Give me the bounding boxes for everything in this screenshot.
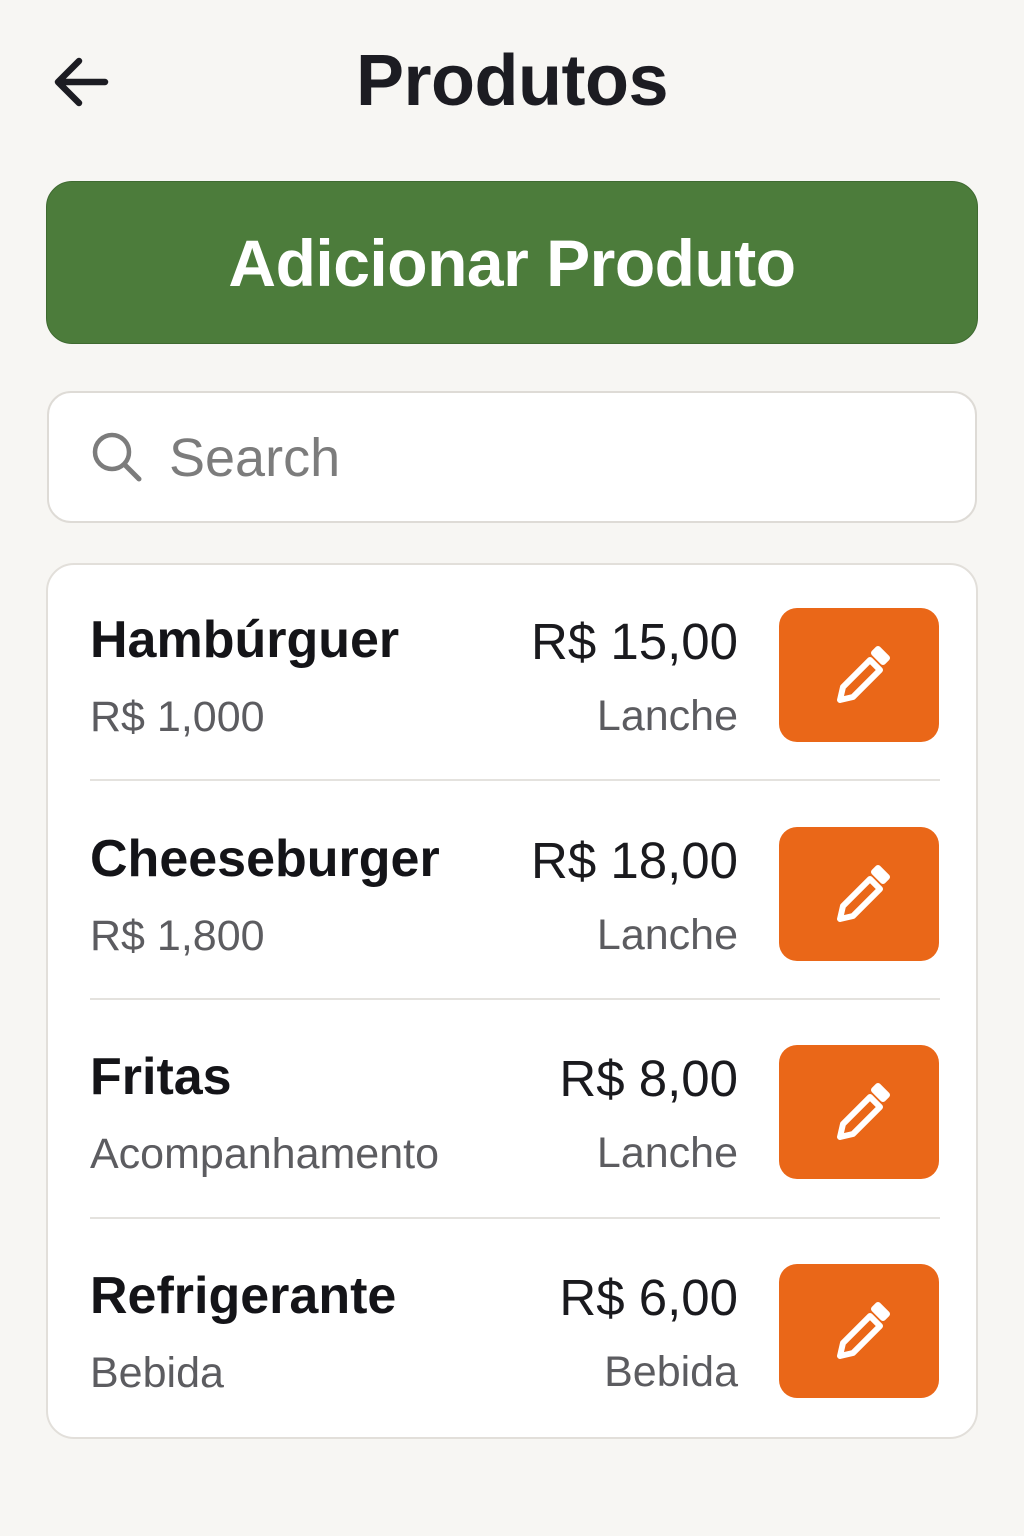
product-category: Lanche [596,911,738,959]
page-title: Produtos [356,41,668,121]
pencil-icon [837,646,890,703]
edit-product-button[interactable] [779,827,939,961]
row-divider [90,1217,940,1219]
pencil-icon [837,1083,890,1140]
product-price: R$ 6,00 [559,1269,738,1326]
product-name: Hambúrguer [90,611,400,669]
product-price: R$ 8,00 [559,1050,738,1107]
product-category: Lanche [596,1129,738,1177]
product-subtitle: Bebida [90,1349,224,1397]
product-category: Lanche [596,692,738,740]
products-screen: Produtos Adicionar Produto Hambúrguer R$… [0,0,1024,1536]
pencil-icon [837,865,890,922]
product-subtitle: R$ 1,800 [90,912,265,960]
edit-product-button[interactable] [779,608,939,742]
product-row: Fritas Acompanhamento R$ 8,00 Lanche [48,1002,976,1221]
product-price: R$ 15,00 [531,613,738,670]
product-name: Refrigerante [90,1267,397,1325]
product-row: Refrigerante Bebida R$ 6,00 Bebida [48,1221,976,1440]
search-icon [92,432,142,482]
add-product-button[interactable]: Adicionar Produto [46,181,978,344]
product-row: Cheeseburger R$ 1,800 R$ 18,00 Lanche [48,784,976,1003]
product-category: Bebida [604,1348,738,1396]
row-divider [90,779,940,781]
pencil-icon [837,1302,890,1359]
product-subtitle: Acompanhamento [90,1130,439,1178]
header: Produtos [0,0,1024,170]
search-input[interactable] [169,413,949,503]
product-row: Hambúrguer R$ 1,000 R$ 15,00 Lanche [48,565,976,784]
product-list: Hambúrguer R$ 1,000 R$ 15,00 Lanche Chee… [46,563,978,1439]
product-subtitle: R$ 1,000 [90,693,265,741]
product-name: Cheeseburger [90,830,440,888]
product-price: R$ 18,00 [531,832,738,889]
edit-product-button[interactable] [779,1264,939,1398]
row-divider [90,998,940,1000]
product-name: Fritas [90,1048,232,1106]
edit-product-button[interactable] [779,1045,939,1179]
search-box[interactable] [47,391,977,523]
